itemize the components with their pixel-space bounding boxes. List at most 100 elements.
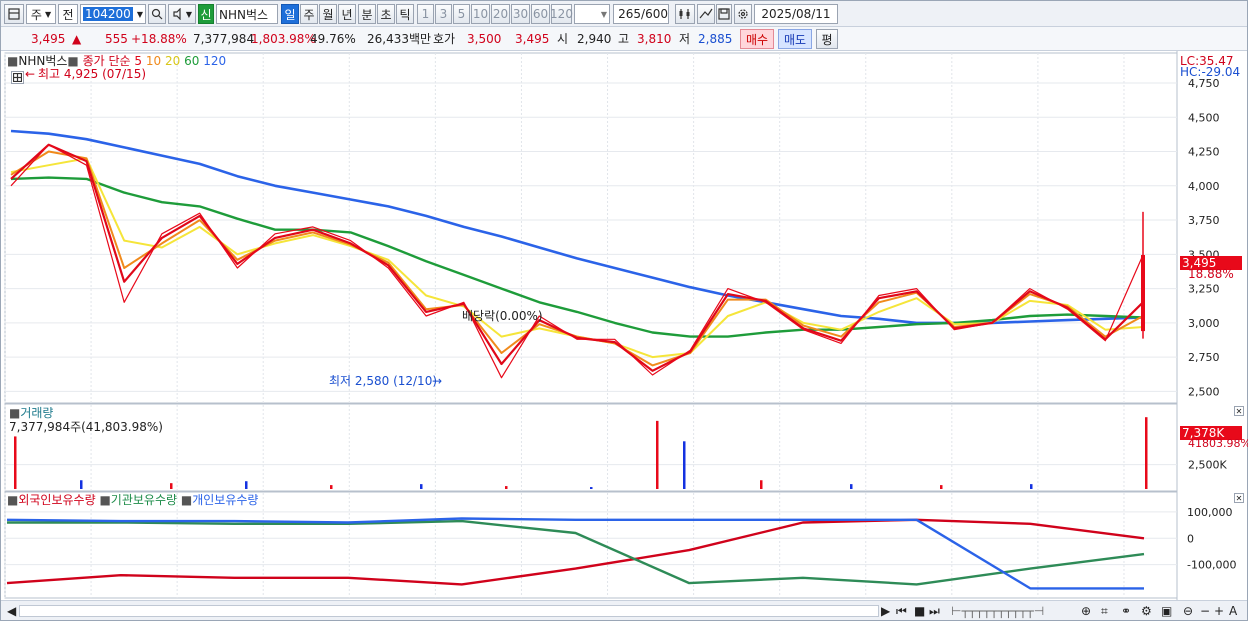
ma60-label: 60: [184, 54, 200, 68]
volume-title: ■거래량: [9, 406, 53, 420]
y-tick-label: 2,500: [1188, 385, 1220, 398]
y-tick-label: 3,000: [1188, 317, 1220, 330]
ask-price: 3,495: [515, 32, 550, 46]
interval-60[interactable]: 60: [531, 4, 550, 24]
font-size-icon[interactable]: A: [1229, 604, 1237, 618]
ma120-label: 120: [203, 54, 227, 68]
fast-forward-icon[interactable]: ⏭: [929, 604, 940, 618]
grid-toggle-icon[interactable]: [11, 71, 24, 84]
code-input[interactable]: 104200 ▼: [80, 4, 146, 24]
hc-value: HC:-29.04: [1180, 65, 1241, 79]
bid-price: 3,500: [467, 32, 502, 46]
search-icon[interactable]: [148, 4, 166, 24]
ma5-label: 5: [134, 54, 143, 68]
low-label: 저: [679, 32, 691, 46]
bottom-bar: ◀ ▶ ⏮ ■ ⏭ ⊢┬┬┬┬┬┬┬┬┬┬⊣ ⊕ ⌗ ⚭ ⚙ ▣ ⊖ − + A: [1, 600, 1247, 620]
chart-window: 주 ▼ 전 104200 ▼ ▼ 신 NHN벅스 일 주 월 년 분 초 틱 13…: [0, 0, 1248, 621]
ma-label: 종가 단순: [82, 54, 131, 68]
panel-frame: [4, 491, 1178, 599]
chart-canvas[interactable]: 2024/0708091011122025/010203040506070808…: [1, 51, 1247, 603]
candle-settings-icon[interactable]: [675, 4, 695, 24]
tab-minute[interactable]: 분: [358, 4, 376, 24]
tab-tick[interactable]: 틱: [396, 4, 414, 24]
camera-icon[interactable]: ▣: [1161, 604, 1172, 618]
legend-square-icon: ■: [67, 54, 79, 68]
y-tick-label: 4,000: [1188, 180, 1220, 193]
gear-icon[interactable]: [734, 4, 752, 24]
count-field[interactable]: 265/600: [613, 4, 669, 24]
holdings-legend: ■외국인보유수량 ■기관보유수량 ■개인보유수량: [7, 493, 258, 507]
chevron-down-icon: ▼: [44, 9, 52, 19]
interval-10[interactable]: 10: [471, 4, 490, 24]
legend-square-icon: ■: [7, 54, 19, 68]
rewind-icon[interactable]: ⏮: [896, 604, 907, 618]
tab-week[interactable]: 주: [300, 4, 318, 24]
close-panel-icon[interactable]: ✕: [1234, 493, 1244, 503]
interval-3[interactable]: 3: [435, 4, 452, 24]
interval-1[interactable]: 1: [417, 4, 434, 24]
sell-button[interactable]: 매도: [778, 29, 812, 49]
volume-bar: [683, 441, 686, 489]
zoom-out-icon[interactable]: ⊖: [1183, 604, 1193, 618]
crosshair-icon[interactable]: ⊕: [1081, 604, 1091, 618]
stock-name: NHN벅스: [216, 4, 278, 24]
volume-value: 7,377,984: [193, 32, 255, 46]
tab-second[interactable]: 초: [377, 4, 395, 24]
low-price: 2,885: [698, 32, 733, 46]
high-note: 최고 4,925 (07/15): [38, 67, 147, 81]
layout-icon[interactable]: [4, 4, 24, 24]
legend-individual: 개인보유수량: [192, 493, 259, 507]
price-change-pct: +18.88%: [131, 32, 187, 46]
legend-square-icon: ■: [7, 493, 19, 507]
interval-30[interactable]: 30: [511, 4, 530, 24]
interval-120[interactable]: 120: [550, 4, 573, 24]
tab-year[interactable]: 년: [338, 4, 356, 24]
period-select[interactable]: 주 ▼: [26, 4, 56, 24]
legend-square-icon: ■: [180, 493, 193, 507]
volume-bar: [656, 420, 659, 489]
legend-square-icon: ■: [99, 493, 111, 507]
volume-bar: [420, 484, 423, 489]
interval-20[interactable]: 20: [491, 4, 510, 24]
save-icon[interactable]: [716, 4, 732, 24]
zoom-slider-icon[interactable]: ⊢┬┬┬┬┬┬┬┬┬┬⊣: [951, 604, 1044, 618]
left-arrow-icon: ←: [25, 67, 36, 81]
scroll-left-icon[interactable]: ◀: [7, 604, 16, 618]
interval-5[interactable]: 5: [453, 4, 470, 24]
toolbar: 주 ▼ 전 104200 ▼ ▼ 신 NHN벅스 일 주 월 년 분 초 틱 13…: [1, 1, 1247, 27]
ruler-icon[interactable]: ⌗: [1101, 604, 1108, 618]
scrollbar-track[interactable]: [19, 605, 879, 617]
volume-bars: [14, 417, 1148, 489]
volume-bar: [505, 486, 508, 489]
minus-icon[interactable]: −: [1200, 604, 1210, 618]
eval-button[interactable]: 평: [816, 29, 838, 49]
price-change: 555: [105, 32, 128, 46]
scroll-right-icon[interactable]: ▶: [881, 604, 890, 618]
stop-icon[interactable]: ■: [914, 604, 925, 618]
y-tick-label: 100,000: [1187, 506, 1233, 519]
interval-dropdown[interactable]: ▼: [574, 4, 610, 24]
draw-line-icon[interactable]: [697, 4, 715, 24]
new-tag: 신: [198, 4, 214, 24]
tab-month[interactable]: 월: [319, 4, 337, 24]
y-tick-label: 2,750: [1188, 351, 1220, 364]
quote-bar: 3,495 ▲ 555 +18.88% 7,377,984 1,803.98% …: [1, 27, 1247, 51]
period-label: 주: [30, 7, 42, 22]
date-field[interactable]: 2025/08/11: [754, 4, 838, 24]
plus-icon[interactable]: +: [1214, 604, 1224, 618]
settings-icon[interactable]: ⚙: [1141, 604, 1152, 618]
open-price: 2,940: [577, 32, 612, 46]
tab-day[interactable]: 일: [281, 4, 299, 24]
legend-foreign: 외국인보유수량: [18, 493, 96, 507]
link-icon[interactable]: ⚭: [1121, 604, 1131, 618]
low-note: 최저 2,580 (12/10): [329, 374, 438, 388]
turnover: 49.76%: [310, 32, 356, 46]
y-tick-label: 0: [1187, 532, 1194, 545]
prefix-box[interactable]: 전: [58, 4, 78, 24]
buy-button[interactable]: 매수: [740, 29, 774, 49]
speaker-icon[interactable]: ▼: [168, 4, 196, 24]
chevron-down-icon: ▼: [600, 9, 607, 19]
last-price-pct: 18.88%: [1188, 267, 1234, 281]
close-panel-icon[interactable]: ✕: [1234, 406, 1244, 416]
panel-frame: [4, 403, 1178, 492]
